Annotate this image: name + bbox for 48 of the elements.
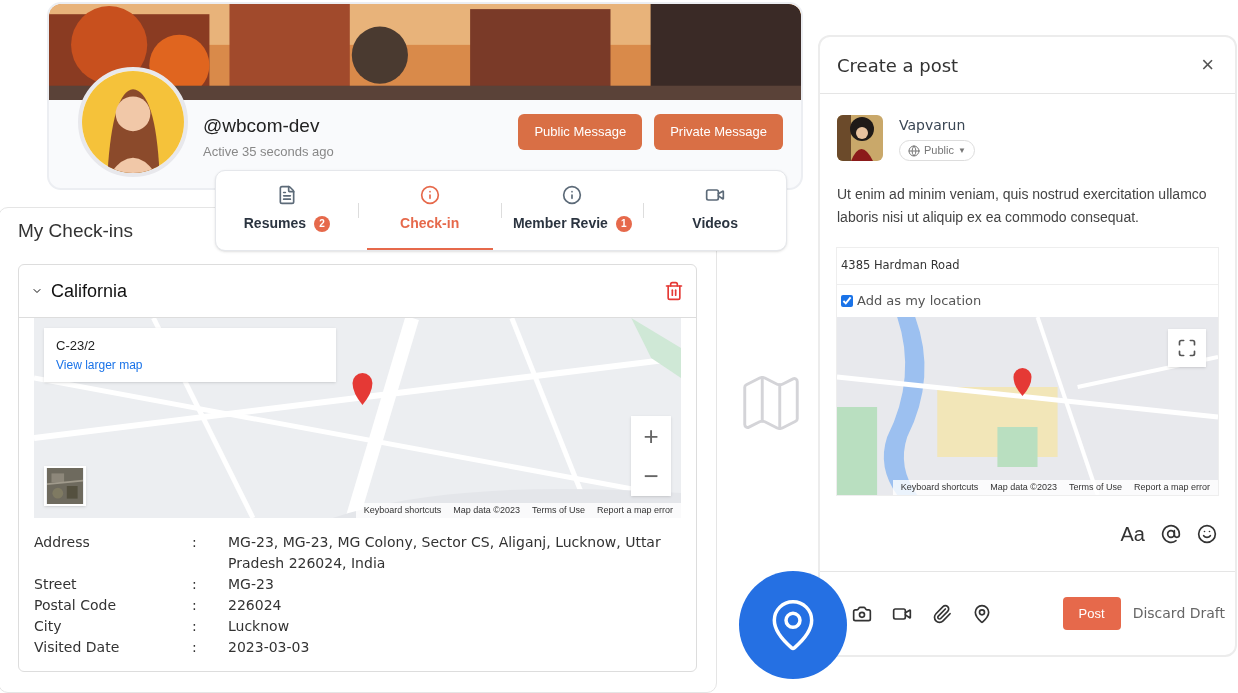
detail-value: MG-23 (228, 575, 274, 594)
profile-tab[interactable]: Member Revie 1 (509, 171, 636, 250)
detail-label: Street (34, 575, 78, 594)
count-badge: 1 (615, 215, 632, 232)
detail-separator: : (192, 575, 198, 594)
detail-value: 2023-03-03 (228, 638, 310, 657)
profile-tab[interactable]: Resumes 2 (224, 171, 350, 250)
detail-separator: : (192, 533, 198, 552)
emoji-icon[interactable] (1197, 523, 1217, 544)
fullscreen-icon (1177, 338, 1197, 358)
detail-value: Lucknow (228, 617, 290, 636)
checkbox-label: Add as my location (857, 292, 982, 311)
delete-icon[interactable] (664, 281, 684, 301)
profile-handle: @wbcom-dev (203, 114, 321, 138)
globe-icon (908, 144, 920, 157)
close-button[interactable]: × (1201, 54, 1218, 76)
info-icon (419, 185, 440, 205)
location-field[interactable]: 4385 Hardman Road (837, 248, 1218, 285)
dialog-title: Create a post (837, 53, 959, 78)
place-name[interactable]: California (51, 277, 128, 305)
detail-label: Visited Date (34, 638, 121, 657)
profile-tab[interactable]: Videos (652, 171, 778, 250)
detail-label: City (34, 617, 63, 636)
text-format-button[interactable]: Aa (1120, 518, 1145, 549)
post-text[interactable]: Ut enim ad minim veniam, quis nostrud exercitation ullamco laboris nisi ut aliquip ex ea commodo consequat. (820, 183, 1235, 229)
mention-icon[interactable] (1161, 523, 1181, 544)
map-attribution-link[interactable]: Map data ©2023 (990, 480, 1057, 494)
caret-icon: ▼ (957, 144, 966, 157)
profile-status: Active 35 seconds ago (203, 143, 334, 161)
attachment-icon[interactable] (932, 603, 952, 624)
panel-title: My Check-ins (18, 219, 134, 243)
discard-draft-button[interactable]: Discard Draft (1132, 603, 1225, 624)
author-name: Vapvarun (899, 116, 967, 135)
fullscreen-button[interactable] (1168, 329, 1206, 367)
location-checkbox[interactable] (841, 295, 853, 307)
info-icon (562, 185, 583, 205)
detail-separator: : (192, 596, 198, 615)
map-attribution-link[interactable]: Report a map error (1133, 480, 1210, 494)
detail-label: Address (34, 533, 91, 552)
detail-value: MG-23, MG-23, MG Colony, Sector CS, Aliganj, Lucknow, Uttar Pradesh 226024, India (228, 533, 662, 573)
location-icon[interactable] (972, 603, 992, 624)
detail-separator: : (192, 617, 198, 636)
map-attribution-link[interactable]: Keyboard shortcuts (900, 480, 979, 494)
map-attribution-link[interactable]: Terms of Use (1068, 480, 1122, 494)
count-badge: 2 (314, 215, 330, 232)
detail-value: 226024 (228, 596, 282, 615)
detail-label: Postal Code (34, 596, 118, 615)
detail-separator: : (192, 638, 198, 657)
